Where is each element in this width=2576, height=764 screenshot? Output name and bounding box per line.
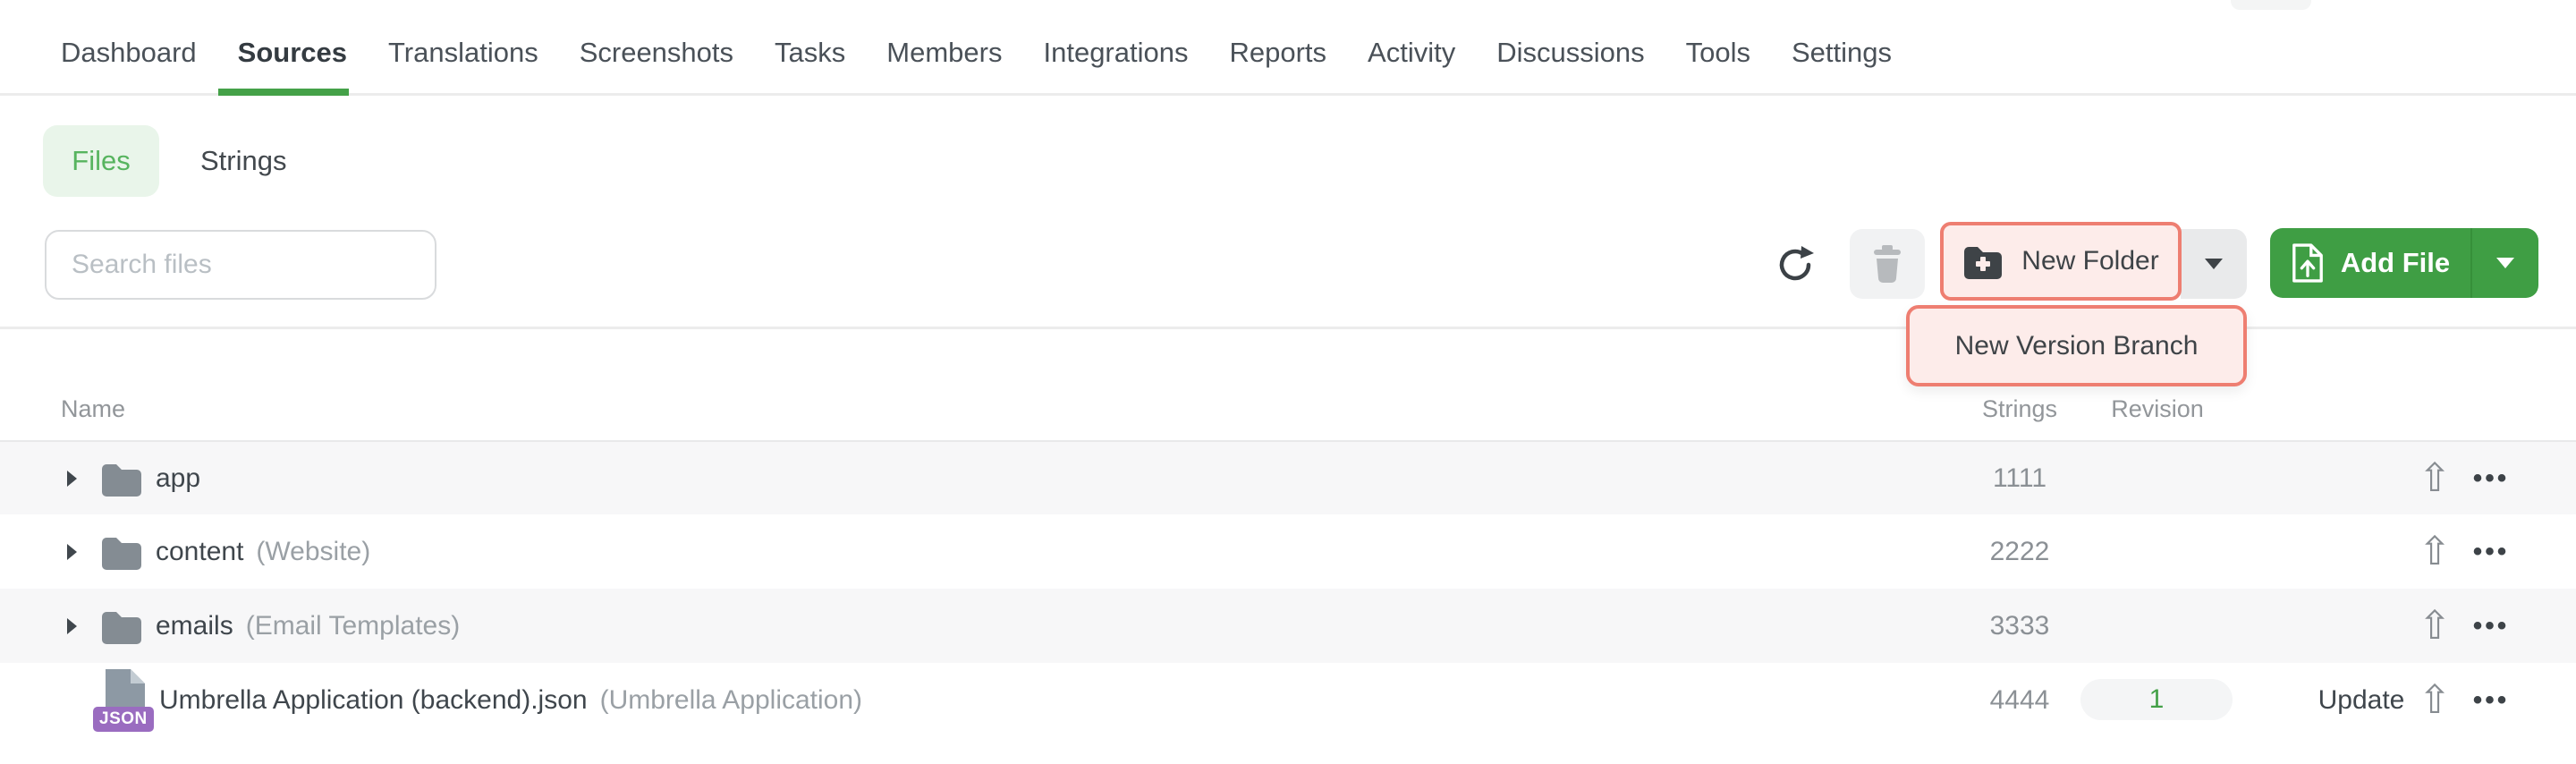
folder-icon [100, 461, 143, 497]
file-tree: app 1111 ⇧ ••• content (Website) 2222 ⇧ … [0, 440, 2576, 737]
nav-item-integrations[interactable]: Integrations [1043, 37, 1188, 93]
nav-item-activity[interactable]: Activity [1368, 37, 1455, 93]
nav-item-translations[interactable]: Translations [388, 37, 538, 93]
upload-icon[interactable]: ⇧ [2408, 514, 2462, 589]
table-row[interactable]: content (Website) 2222 ⇧ ••• [0, 514, 2576, 589]
refresh-button[interactable] [1771, 240, 1819, 288]
delete-button[interactable] [1850, 229, 1925, 299]
sources-files-page: Dashboard Sources Translations Screensho… [0, 0, 2576, 764]
folder-icon [100, 608, 143, 644]
search-input[interactable] [45, 230, 436, 300]
nav-item-discussions[interactable]: Discussions [1496, 37, 1644, 93]
upload-icon[interactable]: ⇧ [2408, 442, 2462, 514]
view-tabs: Files Strings [43, 125, 286, 197]
folder-icon [100, 534, 143, 570]
file-name[interactable]: Umbrella Application (backend).json [159, 685, 588, 716]
tab-files[interactable]: Files [43, 125, 159, 197]
new-folder-label: New Folder [2021, 246, 2158, 276]
add-file-label: Add File [2341, 247, 2450, 279]
refresh-icon [1774, 242, 1817, 285]
folder-name[interactable]: emails [156, 611, 233, 641]
row-menu-icon[interactable]: ••• [2462, 442, 2521, 514]
add-file-dropdown-toggle[interactable] [2472, 228, 2538, 298]
revision-badge[interactable]: 1 [2080, 679, 2233, 720]
column-header-name: Name [61, 395, 125, 423]
folder-note: (Email Templates) [246, 611, 461, 641]
file-upload-icon [2291, 242, 2325, 284]
strings-count: 3333 [1930, 611, 2109, 641]
file-note: (Umbrella Application) [600, 685, 862, 716]
nav-item-dashboard[interactable]: Dashboard [61, 37, 197, 93]
chevron-right-icon[interactable] [64, 616, 80, 636]
project-nav: Dashboard Sources Translations Screensho… [0, 0, 2576, 96]
row-menu-icon[interactable]: ••• [2462, 589, 2521, 663]
table-row[interactable]: JSON Umbrella Application (backend).json… [0, 663, 2576, 737]
row-menu-icon[interactable]: ••• [2462, 514, 2521, 589]
chevron-right-icon[interactable] [64, 542, 80, 562]
new-folder-dropdown-toggle[interactable] [2181, 229, 2247, 299]
folder-note: (Website) [256, 537, 370, 567]
menu-item-new-version-branch[interactable]: New Version Branch [1906, 305, 2247, 386]
upload-icon[interactable]: ⇧ [2408, 663, 2462, 737]
row-menu-icon[interactable]: ••• [2462, 663, 2521, 737]
add-file-button[interactable]: Add File [2270, 228, 2538, 298]
upload-icon[interactable]: ⇧ [2408, 589, 2462, 663]
nav-item-screenshots[interactable]: Screenshots [580, 37, 733, 93]
caret-down-icon [2496, 258, 2514, 268]
caret-down-icon [2205, 259, 2223, 269]
table-header: Name Strings Revision [0, 388, 2576, 440]
trash-icon [1871, 245, 1903, 283]
column-header-revision: Revision [2068, 395, 2247, 423]
nav-item-sources[interactable]: Sources [238, 37, 347, 93]
table-row[interactable]: emails (Email Templates) 3333 ⇧ ••• [0, 589, 2576, 663]
file-type-badge: JSON [93, 707, 154, 732]
nav-item-reports[interactable]: Reports [1229, 37, 1326, 93]
table-row[interactable]: app 1111 ⇧ ••• [0, 440, 2576, 514]
chevron-right-icon[interactable] [64, 469, 80, 488]
folder-name[interactable]: app [156, 463, 200, 494]
nav-item-tasks[interactable]: Tasks [775, 37, 845, 93]
new-folder-button[interactable]: New Folder [1940, 222, 2182, 301]
nav-item-tools[interactable]: Tools [1686, 37, 1750, 93]
nav-item-settings[interactable]: Settings [1792, 37, 1892, 93]
strings-count: 1111 [1930, 463, 2109, 494]
folder-name[interactable]: content [156, 537, 243, 567]
json-file-icon: JSON [93, 669, 152, 732]
folder-plus-icon [1962, 243, 2004, 279]
nav-item-members[interactable]: Members [886, 37, 1002, 93]
tab-strings[interactable]: Strings [200, 145, 286, 177]
strings-count: 2222 [1930, 537, 2109, 567]
top-right-cutoff-artifact [2231, 0, 2311, 10]
